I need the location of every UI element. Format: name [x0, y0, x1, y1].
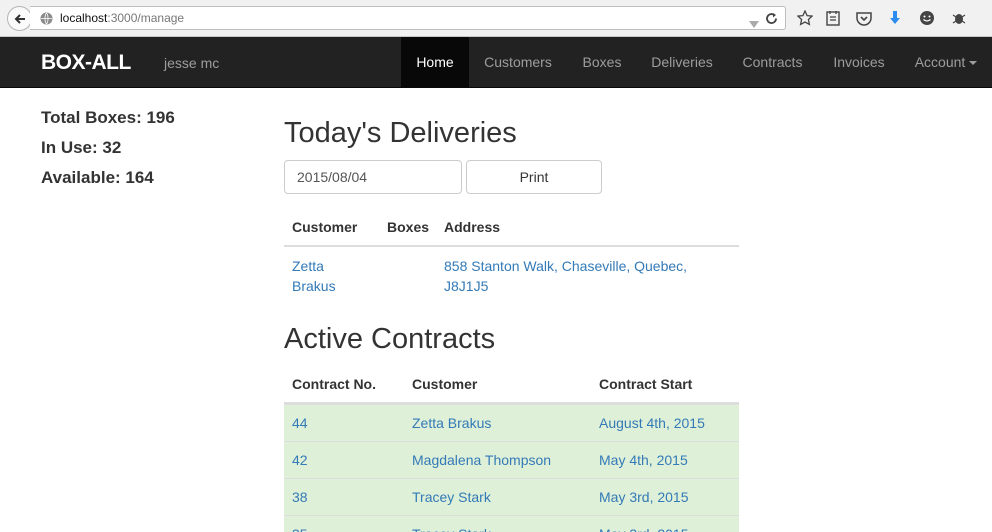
contract-number-link[interactable]: 42: [292, 450, 308, 470]
deliveries-header-address: Address: [444, 219, 501, 235]
delivery-address-link[interactable]: 858 Stanton Walk, Chaseville, Quebec, J8J…: [444, 256, 687, 296]
delivery-customer-last: Brakus: [292, 278, 336, 294]
nav-home[interactable]: Home: [401, 37, 469, 87]
delivery-customer-link[interactable]: Zetta Brakus: [292, 256, 336, 296]
brand-logo[interactable]: BOX-ALL: [41, 51, 131, 75]
contract-start-link[interactable]: May 3rd, 2015: [599, 524, 689, 532]
url-host: localhost: [60, 11, 108, 25]
contract-customer-link[interactable]: Zetta Brakus: [412, 413, 491, 433]
url-bar[interactable]: localhost:3000/manage: [30, 6, 786, 30]
contracts-header-customer: Customer: [412, 376, 478, 392]
nav-contracts[interactable]: Contracts: [727, 37, 818, 87]
delivery-address-line2: J8J1J5: [444, 278, 489, 294]
nav-account-label: Account: [914, 54, 966, 70]
nav-invoices[interactable]: Invoices: [818, 37, 900, 87]
nav-customers[interactable]: Customers: [469, 37, 567, 87]
caret-down-icon: [969, 61, 978, 66]
delivery-date-input[interactable]: 2015/08/04: [284, 160, 462, 194]
bookmark-star-icon[interactable]: [796, 9, 814, 27]
globe-icon: [40, 12, 53, 30]
contract-customer-link[interactable]: Tracey Stark: [412, 524, 491, 532]
contract-customer-link[interactable]: Magdalena Thompson: [412, 450, 551, 470]
delivery-customer-first: Zetta: [292, 258, 324, 274]
back-button[interactable]: [7, 6, 32, 31]
stat-available: Available: 164: [41, 168, 154, 187]
contracts-heading: Active Contracts: [284, 323, 496, 355]
contracts-header-number: Contract No.: [292, 376, 376, 392]
contract-start-link[interactable]: May 3rd, 2015: [599, 487, 689, 507]
url-text: localhost:3000/manage: [60, 11, 184, 25]
delivery-address-line1: 858 Stanton Walk, Chaseville, Quebec,: [444, 258, 688, 274]
top-navbar: BOX-ALL jesse mc Home Customers Boxes De…: [0, 37, 992, 88]
contract-number-link[interactable]: 38: [292, 487, 308, 507]
reload-icon[interactable]: [765, 12, 778, 30]
deliveries-header-boxes: Boxes: [387, 219, 430, 235]
contract-start-link[interactable]: August 4th, 2015: [599, 413, 705, 433]
back-arrow-icon: [14, 13, 25, 24]
pocket-icon[interactable]: [855, 9, 873, 27]
browser-toolbar: localhost:3000/manage: [0, 0, 992, 37]
contract-number-link[interactable]: 44: [292, 413, 308, 433]
current-user: jesse mc: [164, 55, 220, 71]
extension-bug-icon[interactable]: [950, 9, 968, 27]
reading-list-icon[interactable]: [824, 9, 842, 27]
deliveries-header-customer: Customer: [292, 219, 358, 235]
contract-customer-link[interactable]: Tracey Stark: [412, 487, 491, 507]
deliveries-heading: Today's Deliveries: [284, 117, 517, 149]
nav-boxes[interactable]: Boxes: [567, 37, 637, 87]
url-path: :3000/manage: [107, 11, 185, 25]
print-button[interactable]: Print: [466, 160, 602, 194]
contract-start-link[interactable]: May 4th, 2015: [599, 450, 688, 470]
hello-chat-icon[interactable]: [918, 9, 936, 27]
download-icon[interactable]: [886, 9, 904, 27]
deliveries-header-divider: [284, 245, 739, 247]
stat-in-use: In Use: 32: [41, 138, 122, 157]
dropdown-triangle-icon[interactable]: [749, 15, 759, 33]
stat-total-boxes: Total Boxes: 196: [41, 108, 175, 127]
nav-deliveries[interactable]: Deliveries: [637, 37, 727, 87]
nav-account-dropdown[interactable]: Account: [900, 37, 992, 87]
contract-number-link[interactable]: 35: [292, 524, 308, 532]
contracts-header-start: Contract Start: [599, 376, 693, 392]
